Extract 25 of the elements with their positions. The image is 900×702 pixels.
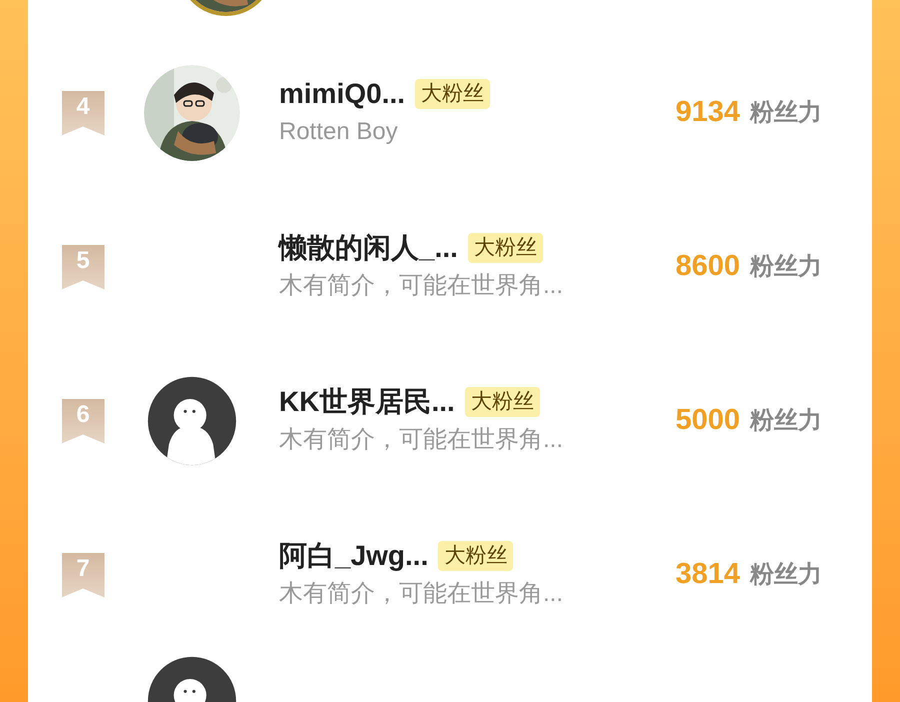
user-bio: 木有简介，可能在世界角... <box>279 425 564 455</box>
fan-score-unit: 粉丝力 <box>750 98 822 128</box>
user-bio: 木有简介，可能在世界角... <box>279 271 564 301</box>
fan-score-unit: 粉丝力 <box>750 560 822 590</box>
fan-score-unit: 粉丝力 <box>750 252 822 282</box>
fan-tag: 大粉丝 <box>438 541 514 571</box>
rank-number: 7 <box>76 554 90 584</box>
fan-tag: 大粉丝 <box>468 233 543 263</box>
user-name[interactable]: 懒散的闲人_... <box>279 230 458 266</box>
user-name[interactable]: 阿白_Jwg... <box>279 538 428 574</box>
user-name[interactable]: KK世界居民... <box>279 384 455 420</box>
fan-score: 3814 <box>675 557 740 592</box>
rank-number: 6 <box>76 400 90 430</box>
user-bio: 木有简介，可能在世界角... <box>279 579 564 609</box>
rank-number: 4 <box>76 92 90 122</box>
fan-tag: 大粉丝 <box>464 387 540 417</box>
rank-number: 5 <box>76 246 90 276</box>
fan-tag: 大粉丝 <box>415 79 490 109</box>
fan-score: 9134 <box>675 95 740 130</box>
fan-score: 8600 <box>675 249 740 284</box>
avatar-icon <box>146 375 238 467</box>
user-bio: Rotten Boy <box>279 117 399 147</box>
fan-score: 5000 <box>675 403 740 438</box>
fan-score-unit: 粉丝力 <box>750 406 822 436</box>
user-name[interactable]: mimiQ0... <box>279 76 406 112</box>
